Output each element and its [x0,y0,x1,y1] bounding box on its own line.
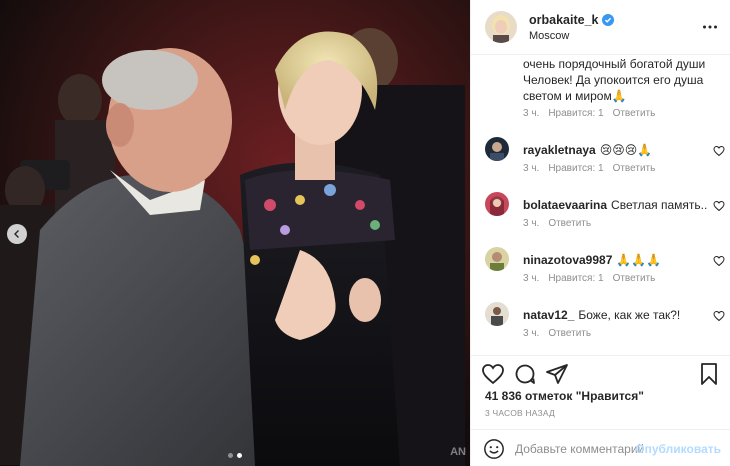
commenter-username[interactable]: natav12_ [523,308,574,322]
comment-meta: 3 ч. Ответить [523,328,591,339]
publish-comment-button[interactable]: Опубликовать [635,442,721,456]
likes-count[interactable]: 41 836 отметок "Нравится" [485,389,644,403]
save-bookmark-icon[interactable] [697,362,721,386]
comment-time[interactable]: 3 ч. [523,218,539,229]
comment-like-heart-icon[interactable] [713,200,725,212]
commenter-username[interactable]: ninazotova9987 [523,253,612,267]
comment-time[interactable]: 3 ч. [523,273,539,284]
commenter-avatar[interactable] [485,192,509,216]
slide-dot [228,453,233,458]
caption-reply-button[interactable]: Ответить [613,108,656,119]
commenter-avatar[interactable] [485,137,509,161]
comment-like-heart-icon[interactable] [713,145,725,157]
comment-likes[interactable]: Нравится: 1 [548,273,603,284]
comment-text: Боже, как же так?! [578,308,681,322]
comment-meta: 3 ч. Ответить [523,218,591,229]
more-options-icon[interactable] [702,19,718,35]
comment-meta: 3 ч. Нравится: 1 Ответить [523,273,655,284]
author-username[interactable]: orbakaite_k [529,13,598,27]
comment-meta: 3 ч. Нравится: 1 Ответить [523,163,655,174]
comment-like-heart-icon[interactable] [713,255,725,267]
comment-input[interactable] [515,439,643,459]
instagram-post: AN orbakaite_k Moscow очень порядочный б… [0,0,730,466]
commenter-avatar[interactable] [485,247,509,271]
commenter-avatar[interactable] [485,302,509,326]
post-actions: 41 836 отметок "Нравится" 3 ЧАСОВ НАЗАД … [471,355,730,466]
verified-badge-icon [602,13,615,26]
chevron-left-icon [14,230,19,238]
slide-dot-active [237,453,242,458]
photo-image [0,0,470,466]
caption-meta: 3 ч. Нравится: 1 Ответить [523,108,655,119]
caption-likes[interactable]: Нравится: 1 [548,108,603,119]
action-icons-row [481,362,721,388]
post-photo[interactable]: AN [0,0,470,466]
slide-indicator [0,453,470,458]
comment-reply-button[interactable]: Ответить [613,163,656,174]
add-comment-row: Опубликовать [471,429,730,466]
comment-icon[interactable] [513,362,537,386]
post-date[interactable]: 3 ЧАСОВ НАЗАД [485,408,555,418]
post-header: orbakaite_k Moscow [471,0,730,55]
comments-list[interactable]: очень порядочный богатой души Человек! Д… [471,55,730,355]
like-heart-icon[interactable] [481,362,505,386]
comment-like-heart-icon[interactable] [713,310,725,322]
commenter-username[interactable]: rayakletnaya [523,143,596,157]
author-avatar[interactable] [485,11,517,43]
caption-text: очень порядочный богатой души Человек! Д… [523,57,706,103]
share-icon[interactable] [545,362,569,386]
emoji-picker-icon[interactable] [483,438,505,460]
comment-time[interactable]: 3 ч. [523,328,539,339]
comment-text: 🙏🙏🙏 [616,253,662,267]
comment-item: bolataevaarina Светлая память.. [485,192,725,222]
commenter-username[interactable]: bolataevaarina [523,198,607,212]
caption-time[interactable]: 3 ч. [523,108,539,119]
comment-time[interactable]: 3 ч. [523,163,539,174]
comment-likes[interactable]: Нравится: 1 [548,163,603,174]
post-location[interactable]: Moscow [529,30,614,42]
comment-reply-button[interactable]: Ответить [613,273,656,284]
comment-reply-button[interactable]: Ответить [548,218,591,229]
previous-slide-button[interactable] [7,224,27,244]
comment-item: natav12_ Боже, как же так?! [485,302,725,332]
comment-text: Светлая память.. [611,198,708,212]
comment-reply-button[interactable]: Ответить [548,328,591,339]
post-side-panel: orbakaite_k Moscow очень порядочный бога… [470,0,730,466]
comment-text: 😢😢😢🙏 [599,143,653,157]
